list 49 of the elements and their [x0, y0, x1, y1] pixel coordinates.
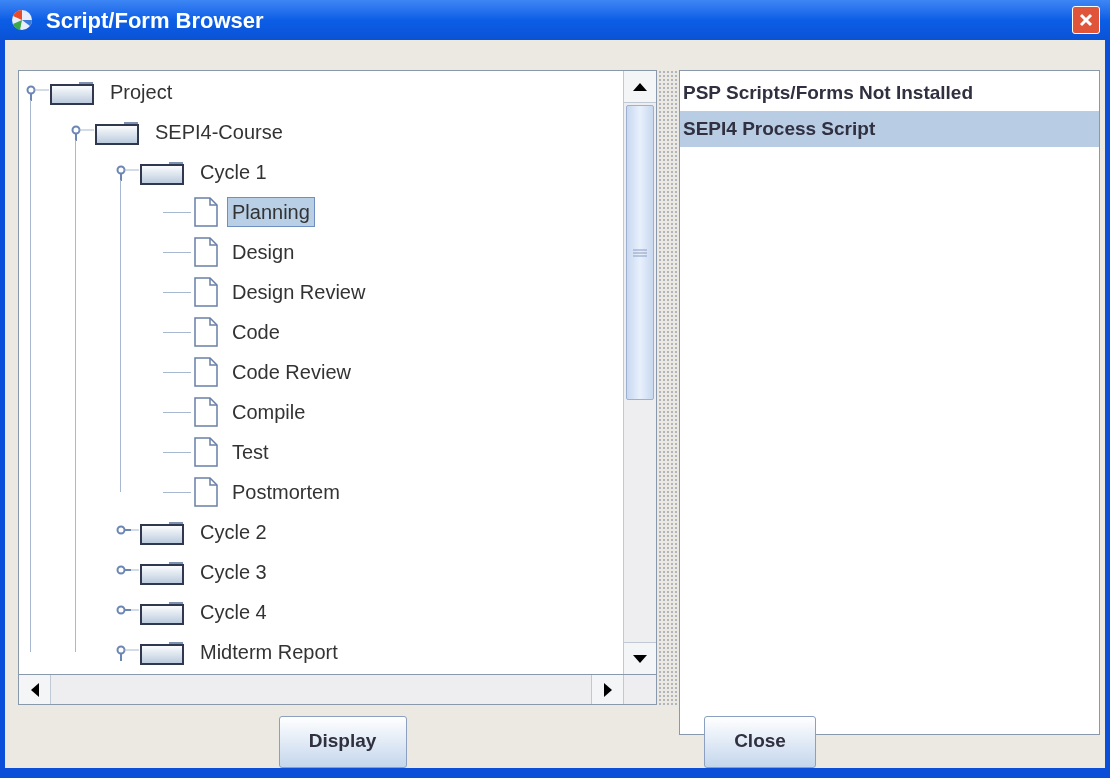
scroll-thumb[interactable] — [626, 105, 654, 400]
tree-item[interactable]: Postmortem — [227, 477, 345, 507]
folder-icon — [139, 159, 187, 185]
folder-icon — [139, 639, 187, 665]
tree-item[interactable]: Compile — [227, 397, 311, 427]
display-button[interactable]: Display — [278, 715, 407, 768]
tree-item[interactable]: Planning — [227, 197, 315, 227]
tree-item[interactable]: Test — [227, 437, 274, 467]
folder-icon — [139, 599, 187, 625]
tree-item[interactable]: Design — [227, 237, 300, 267]
scroll-right-button[interactable] — [591, 675, 623, 704]
document-icon — [193, 397, 219, 427]
tree-item[interactable]: SEPI4-Course — [150, 117, 288, 147]
list-item[interactable]: SEPI4 Process Script — [680, 111, 1099, 147]
close-button[interactable]: Close — [704, 715, 816, 768]
tree-item[interactable]: Midterm Report — [195, 637, 343, 667]
folder-icon — [49, 79, 97, 105]
document-icon — [193, 237, 219, 267]
document-icon — [193, 197, 219, 227]
tree-item[interactable]: Code Review — [227, 357, 356, 387]
folder-icon — [139, 559, 187, 585]
right-arrow-icon — [603, 682, 612, 697]
scroll-down-button[interactable] — [624, 642, 656, 675]
tree-item[interactable]: Cycle 4 — [195, 597, 272, 627]
document-icon — [193, 317, 219, 347]
scroll-up-button[interactable] — [624, 71, 656, 103]
horizontal-scrollbar[interactable] — [19, 675, 623, 704]
close-icon[interactable] — [1072, 6, 1100, 34]
up-arrow-icon — [633, 82, 647, 91]
document-icon — [193, 477, 219, 507]
tree-item[interactable]: Cycle 2 — [195, 517, 272, 547]
folder-icon — [139, 519, 187, 545]
tree-item[interactable]: Design Review — [227, 277, 371, 307]
document-icon — [193, 277, 219, 307]
tree-item[interactable]: Code — [227, 317, 285, 347]
document-icon — [193, 437, 219, 467]
tree-item[interactable]: Cycle 1 — [195, 157, 272, 187]
app-icon — [10, 8, 34, 32]
window-title: Script/Form Browser — [46, 6, 264, 35]
left-arrow-icon — [30, 682, 39, 697]
scrollbar-corner — [623, 675, 656, 704]
scroll-left-button[interactable] — [19, 675, 51, 704]
tree-item[interactable]: Cycle 3 — [195, 557, 272, 587]
vertical-scrollbar[interactable] — [623, 71, 656, 675]
down-arrow-icon — [633, 654, 647, 663]
tree-item[interactable]: Project — [105, 77, 178, 107]
folder-icon — [94, 119, 142, 145]
document-icon — [193, 357, 219, 387]
list-item[interactable]: PSP Scripts/Forms Not Installed — [680, 75, 1099, 111]
